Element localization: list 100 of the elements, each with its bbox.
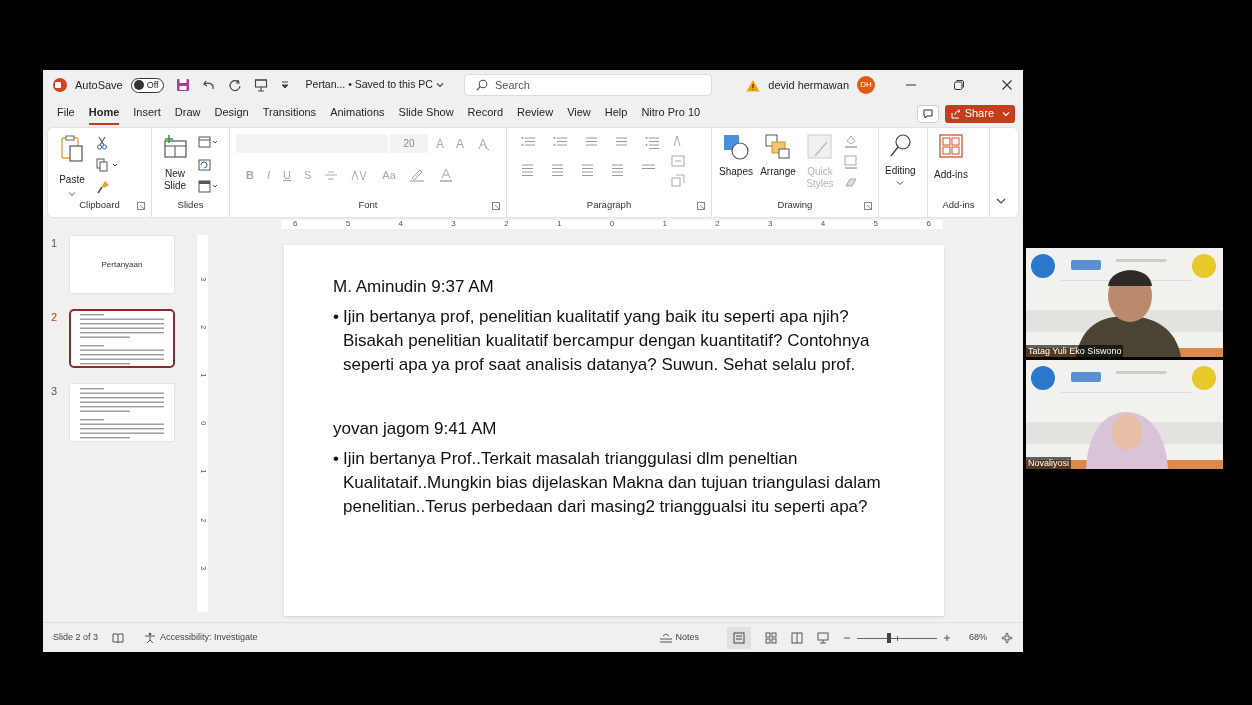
chevron-down-icon <box>68 191 76 197</box>
line-spacing-icon[interactable] <box>645 136 661 149</box>
justify-icon[interactable] <box>611 163 625 176</box>
menu-tab[interactable]: Home <box>88 102 120 125</box>
message-text: Ijin bertanya prof, penelitian kualitatif yang baik itu seperti apa njih? Bisakah penelitian kualitatif bercampur dengan kuantitatif? Contohnya seperti apa ya prof saat analisis datanya? Suwun. Sehat selalu prof. <box>343 306 871 376</box>
message-author: M. Aminudin 9:37 AM <box>333 276 495 298</box>
comments-button-icon[interactable] <box>916 104 939 123</box>
close-icon[interactable] <box>1001 79 1013 91</box>
new-slide-icon <box>162 134 188 160</box>
group-label: Clipboard <box>79 197 120 212</box>
new-slide-button[interactable]: New Slide <box>158 134 192 192</box>
layout-icon[interactable] <box>198 136 218 149</box>
zoom-slider-thumb[interactable] <box>887 632 891 643</box>
center-icon[interactable] <box>551 163 565 176</box>
book-icon[interactable] <box>112 631 125 644</box>
user-name[interactable]: devid hermawan <box>768 76 849 94</box>
cut-icon[interactable] <box>96 136 108 150</box>
fit-to-window-icon[interactable] <box>1001 631 1013 644</box>
menu-tab[interactable]: Help <box>604 102 628 125</box>
share-button[interactable]: Share <box>944 104 1015 123</box>
arrange-button[interactable]: Arrange <box>760 134 796 178</box>
menu-tab[interactable]: File <box>57 102 75 125</box>
thumbnail-title: Pertanyaan <box>101 258 143 271</box>
collapse-ribbon-icon[interactable] <box>996 197 1006 205</box>
group-label: Paragraph <box>586 197 632 212</box>
bullets-icon[interactable] <box>521 136 537 149</box>
menu-tab[interactable]: Insert <box>133 102 161 125</box>
autosave-toggle[interactable]: Off <box>130 77 164 93</box>
decrease-indent-icon[interactable] <box>585 136 599 149</box>
ruler-number: 3 <box>768 220 773 228</box>
warning-icon <box>746 78 761 92</box>
normal-view-icon[interactable] <box>727 626 751 649</box>
search-field[interactable]: Search <box>463 74 712 96</box>
zoom-level[interactable]: 68% <box>969 630 987 645</box>
dialog-launcher-icon[interactable] <box>492 202 500 210</box>
reading-view-icon[interactable] <box>791 631 803 644</box>
font-color-icon[interactable] <box>437 168 454 183</box>
message-text: Ijin bertanya Prof..Terkait masalah trianggulasi dlm peneltian Kualitataif..Mungkin bias dijelaskan Makna dan tujuan triangulasi dalam penelitian..Terus perbedaan dari masing2 trianggualsi itu seperti apa? <box>343 448 882 518</box>
menu-tab[interactable]: Transitions <box>262 102 317 125</box>
reset-icon[interactable] <box>198 158 211 171</box>
autosave-label: AutoSave <box>75 77 123 93</box>
align-text-icon[interactable] <box>671 154 685 168</box>
search-icon <box>889 134 912 158</box>
editing-button[interactable]: Editing <box>885 134 916 186</box>
dialog-launcher-icon[interactable] <box>697 202 705 210</box>
format-painter-icon[interactable] <box>96 180 110 194</box>
group-label: Font <box>358 197 378 212</box>
file-name-menu[interactable]: Pertan... • Saved to this PC <box>305 77 444 93</box>
increase-indent-icon[interactable] <box>615 136 629 149</box>
bullet-mark: • <box>333 448 340 470</box>
menu-tab[interactable]: View <box>567 102 591 125</box>
quick-styles-icon <box>807 134 833 160</box>
copy-icon[interactable] <box>96 158 118 172</box>
ruler-number: 5 <box>873 220 879 228</box>
dialog-launcher-icon[interactable] <box>864 202 872 210</box>
menu-tab[interactable]: Record <box>467 102 504 125</box>
ruler-number: 1 <box>556 220 562 228</box>
add-ins-icon <box>938 134 963 158</box>
numbering-icon[interactable] <box>553 136 569 149</box>
accessibility-button[interactable]: Accessibility: Investigate <box>144 630 258 645</box>
menu-tab[interactable]: Nitro Pro 10 <box>641 102 701 125</box>
clear-formatting-icon[interactable] <box>476 136 491 151</box>
slide-thumbnail[interactable]: Pertanyaan <box>69 235 175 294</box>
customize-dropdown-icon[interactable] <box>279 80 290 90</box>
slide-sorter-icon[interactable] <box>765 631 777 644</box>
smartart-icon[interactable] <box>671 174 685 188</box>
restore-icon[interactable] <box>953 79 965 91</box>
message-author: yovan jagom 9:41 AM <box>333 418 498 440</box>
group-label: Add-ins <box>942 197 975 212</box>
highlighter-icon[interactable] <box>408 168 425 183</box>
paste-button[interactable]: Paste <box>54 134 90 197</box>
menu-tab[interactable]: Design <box>214 102 249 125</box>
character-spacing-icon[interactable] <box>351 169 370 182</box>
chevron-down-icon <box>896 180 905 186</box>
shapes-button[interactable]: Shapes <box>718 134 754 178</box>
menu-tab[interactable]: Review <box>517 102 554 125</box>
strikethrough-icon[interactable] <box>324 169 339 182</box>
slide-show-icon[interactable] <box>817 631 829 644</box>
presenter-icon[interactable] <box>253 78 268 92</box>
redo-icon[interactable] <box>227 78 242 92</box>
section-icon[interactable] <box>198 180 218 193</box>
align-right-icon[interactable] <box>581 163 595 176</box>
menu-tab[interactable]: Draw <box>174 102 201 125</box>
share-icon <box>950 108 961 119</box>
slide-number: 2 <box>50 310 59 325</box>
ruler-number: 5 <box>345 220 351 228</box>
ruler-number: 6 <box>926 220 931 228</box>
group-label: Drawing <box>777 197 813 212</box>
undo-icon[interactable] <box>201 78 216 92</box>
save-icon[interactable] <box>175 78 190 92</box>
notes-button[interactable]: Notes <box>659 630 699 645</box>
menu-tab[interactable]: Animations <box>330 102 385 125</box>
add-ins-button[interactable]: Add-ins <box>934 134 968 182</box>
ruler-number: 4 <box>398 220 403 228</box>
align-left-icon[interactable] <box>521 163 535 176</box>
user-avatar[interactable]: DH <box>857 76 875 94</box>
dialog-launcher-icon[interactable] <box>137 202 145 210</box>
bullet-mark: • <box>333 306 340 328</box>
menu-tab[interactable]: Slide Show <box>398 102 454 125</box>
zoom-in-icon[interactable] <box>943 633 951 642</box>
